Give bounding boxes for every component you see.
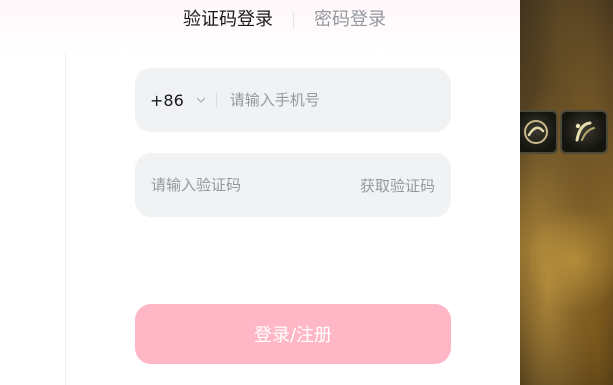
phone-input[interactable] bbox=[227, 67, 451, 133]
tab-password-login[interactable]: 密码登录 bbox=[314, 6, 386, 34]
login-register-button[interactable]: 登录/注册 bbox=[135, 304, 451, 364]
game-art-image bbox=[520, 0, 613, 385]
login-tabs: 验证码登录 密码登录 bbox=[183, 6, 386, 34]
country-code-select[interactable]: +86 bbox=[135, 91, 208, 110]
panel-divider bbox=[65, 52, 66, 385]
tab-sms-login[interactable]: 验证码登录 bbox=[183, 6, 273, 34]
country-code-separator bbox=[215, 92, 217, 108]
art-glow bbox=[530, 200, 613, 320]
game-item-icon bbox=[560, 110, 608, 154]
chevron-down-icon bbox=[194, 93, 208, 107]
code-field: 获取验证码 bbox=[135, 152, 451, 218]
game-item-icon bbox=[520, 110, 558, 154]
phone-field: +86 bbox=[135, 67, 451, 133]
verification-code-input[interactable] bbox=[135, 152, 360, 218]
country-code-value: +86 bbox=[150, 90, 184, 110]
tab-separator bbox=[293, 12, 294, 28]
get-code-button[interactable]: 获取验证码 bbox=[360, 175, 451, 196]
